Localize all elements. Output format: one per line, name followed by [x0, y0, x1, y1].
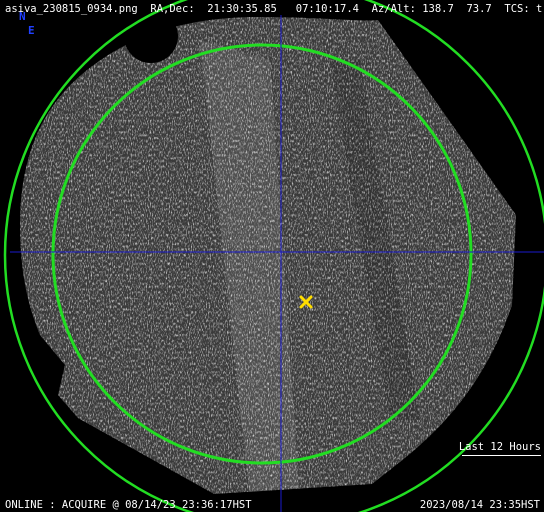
acquire-status: ONLINE : ACQUIRE @ 08/14/23 23:36:17HST [5, 499, 252, 511]
east-indicator: E [28, 24, 35, 37]
north-indicator: N [19, 10, 26, 23]
occlusion-blob [124, 9, 178, 63]
time-range-underline [462, 455, 541, 456]
all-sky-camera-view [0, 0, 544, 512]
status-header: asiva_230815_0934.png RA,Dec: 21:30:35.8… [5, 3, 544, 15]
time-range-label: Last 12 Hours [458, 441, 541, 453]
image-timestamp: 2023/08/14 23:35HST [419, 499, 540, 511]
